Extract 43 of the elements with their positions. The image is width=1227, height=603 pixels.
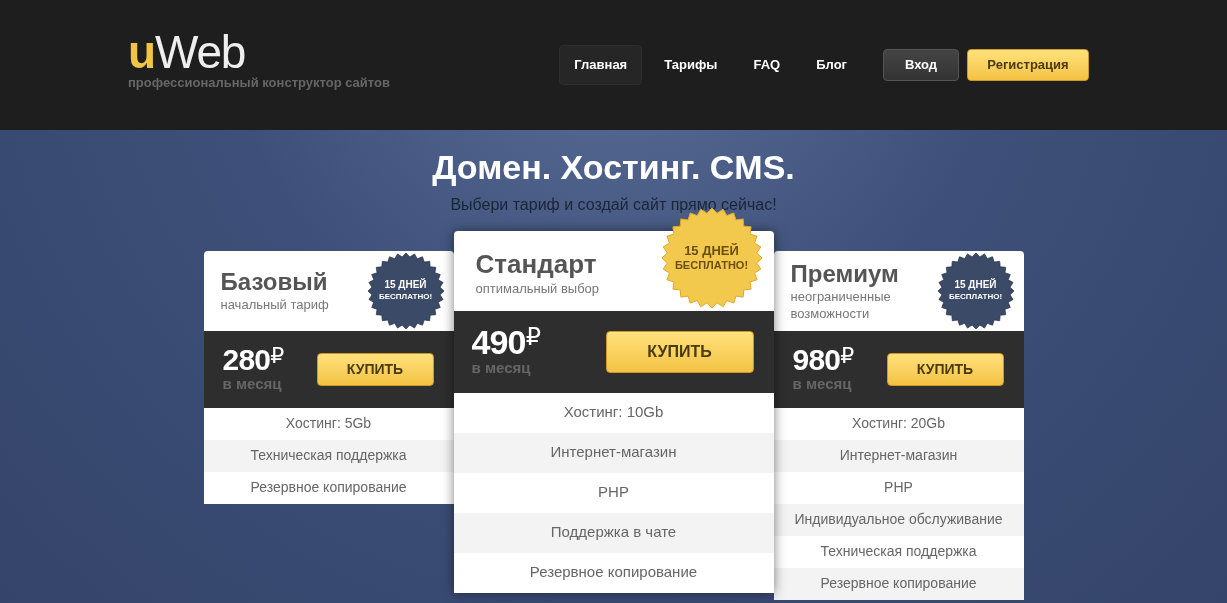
hero-title: Домен. Хостинг. CMS. — [432, 147, 795, 188]
price: 280 — [222, 344, 271, 375]
seal-text: 15 ДНЕЙ — [384, 279, 427, 292]
seal-text: БЕСПЛАТНО! — [948, 291, 1003, 302]
seal-text: БЕСПЛАТНО! — [674, 258, 749, 273]
plan-description: неограниченные возможности — [790, 289, 892, 322]
logo-tagline: профессиональный конструктор сайтов — [128, 74, 390, 93]
hero-subtitle: Выбери тариф и создай сайт прямо сейчас! — [450, 194, 777, 215]
buy-button[interactable]: КУПИТЬ — [886, 352, 1004, 386]
buy-button[interactable]: КУПИТЬ — [316, 352, 434, 386]
currency: ₽ — [840, 344, 855, 367]
price-period: в месяц — [222, 374, 283, 394]
currency: ₽ — [270, 344, 285, 367]
price: 980 — [792, 344, 841, 375]
seal-text: БЕСПЛАТНО! — [378, 291, 433, 302]
register-button[interactable]: Регистрация — [967, 49, 1089, 81]
feature-row: Интернет-магазин — [773, 439, 1024, 472]
login-button[interactable]: Вход — [883, 49, 959, 81]
feature-row: Резервное копирование — [453, 552, 774, 593]
currency: ₽ — [525, 325, 541, 350]
feature-row: Индивидуальное обслуживание — [773, 503, 1024, 536]
seal-text: 15 ДНЕЙ — [954, 279, 997, 292]
nav-link[interactable]: Главная — [559, 45, 643, 85]
feature-row: Хостинг: 10Gb — [453, 392, 774, 433]
feature-row: Резервное копирование — [773, 567, 1024, 600]
plan-description: начальный тариф — [220, 297, 330, 314]
feature-row: PHP — [453, 472, 774, 513]
plan-name: Стандарт — [475, 248, 598, 281]
price: 490 — [471, 325, 526, 360]
seal-text: 15 ДНЕЙ — [684, 242, 739, 259]
plan-name: Базовый — [220, 267, 329, 298]
feature-row: Техническая поддержка — [203, 439, 454, 472]
buy-button[interactable]: КУПИТЬ — [605, 330, 754, 373]
nav-link[interactable]: Блог — [802, 45, 861, 85]
price-period: в месяц — [792, 374, 853, 394]
feature-row: Интернет-магазин — [453, 432, 774, 473]
plan-description: оптимальный выбор — [475, 280, 601, 297]
nav-link[interactable]: FAQ — [739, 45, 795, 85]
nav-link[interactable]: Тарифы — [650, 45, 732, 85]
feature-row: Поддержка в чате — [453, 512, 774, 553]
logo: uWeb — [128, 29, 246, 76]
plan-name: Премиум — [790, 259, 900, 290]
price-period: в месяц — [471, 359, 532, 378]
